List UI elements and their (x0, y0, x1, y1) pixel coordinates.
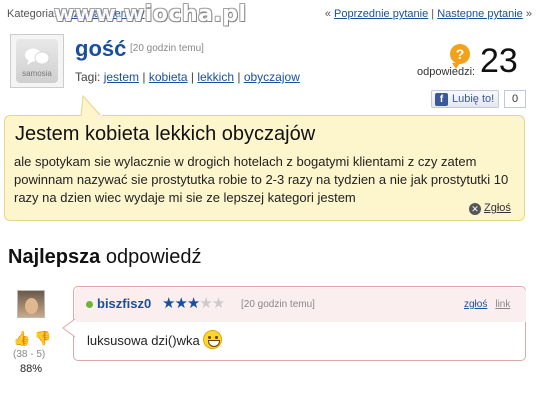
facebook-icon: f (435, 93, 448, 106)
tag-link[interactable]: obyczajow (244, 70, 300, 84)
tags-label: Tagi: (75, 70, 101, 84)
question-mark-icon: ? (450, 44, 470, 69)
answers-count: 23 (480, 42, 518, 80)
speech-bubbles-icon (25, 48, 50, 65)
vote-buttons: 👍 👎 (13, 330, 52, 347)
best-answer-heading-bold: Najlepsza (8, 246, 101, 268)
report-answer-link[interactable]: zgłoś (464, 299, 487, 310)
thumbs-up-icon[interactable]: 👍 (13, 330, 30, 346)
close-icon: ✕ (469, 203, 481, 215)
prev-question-link[interactable]: Poprzednie pytanie (334, 8, 428, 20)
question-nav: « Poprzednie pytanie | Nastepne pytanie … (325, 8, 532, 20)
facebook-like-button[interactable]: f Lubię to! (431, 90, 499, 108)
tag-link[interactable]: kobieta (149, 70, 188, 84)
avatar-image: samosia (16, 39, 58, 83)
report-link[interactable]: Zgłoś (484, 202, 511, 214)
tag-link[interactable]: jestem (104, 70, 139, 84)
vote-percent: 88% (20, 363, 43, 375)
answers-label: odpowiedzi: (417, 66, 476, 78)
question-title: Jestem kobieta lekkich obyczajów (15, 123, 316, 145)
answer-bubble-tail (62, 318, 76, 338)
nav-right-quote: » (525, 8, 532, 20)
category-label: Kategoria: (7, 8, 58, 20)
answer-links: zgłoś link (464, 299, 510, 310)
star-icon: ★ (199, 295, 212, 312)
permalink[interactable]: link (495, 299, 510, 310)
star-icon: ★ (162, 295, 175, 312)
smiley-icon (202, 330, 222, 349)
nav-separator: | (431, 8, 435, 20)
avatar-label: samosia (22, 69, 52, 78)
question-bubble-tail (80, 95, 102, 117)
tag-link[interactable]: lekkich (197, 70, 234, 84)
thumbs-down-icon[interactable]: 👎 (34, 330, 51, 346)
question-body: ale spotykam sie wylacznie w drogich hot… (14, 154, 509, 205)
report-question[interactable]: ✕ Zgłoś (469, 202, 511, 215)
question-time: [20 godzin temu] (130, 43, 204, 54)
answer-body: luksusowa dzi()wka (87, 330, 222, 349)
star-icon: ★ (174, 295, 187, 312)
answer-time: [20 godzin temu] (241, 299, 315, 310)
answer-author-avatar[interactable] (17, 290, 45, 318)
watermark-logo: www.wiocha.pl (54, 2, 247, 27)
next-question-link[interactable]: Nastepne pytanie (437, 8, 523, 20)
question-author[interactable]: gość (75, 36, 126, 62)
answer-author[interactable]: biszfisz0 (97, 296, 151, 311)
star-icon: ★ (186, 295, 200, 312)
rating-stars: ★★★★★ (162, 294, 225, 312)
best-answer-heading-rest: odpowiedź (105, 246, 202, 268)
star-icon: ★ (211, 295, 225, 312)
nav-left-quote: « (324, 8, 331, 20)
tags-line: Tagi: jestem | kobieta | lekkich | obycz… (75, 70, 300, 84)
like-count: 0 (504, 90, 526, 108)
answer-text: luksusowa dzi()wka (87, 333, 200, 348)
avatar[interactable]: samosia (10, 34, 64, 88)
best-answer-heading: Najlepsza odpowiedź (8, 246, 201, 269)
like-label: Lubię to! (452, 93, 495, 105)
vote-tally: (38 - 5) (13, 349, 46, 360)
online-status-dot (86, 301, 93, 308)
